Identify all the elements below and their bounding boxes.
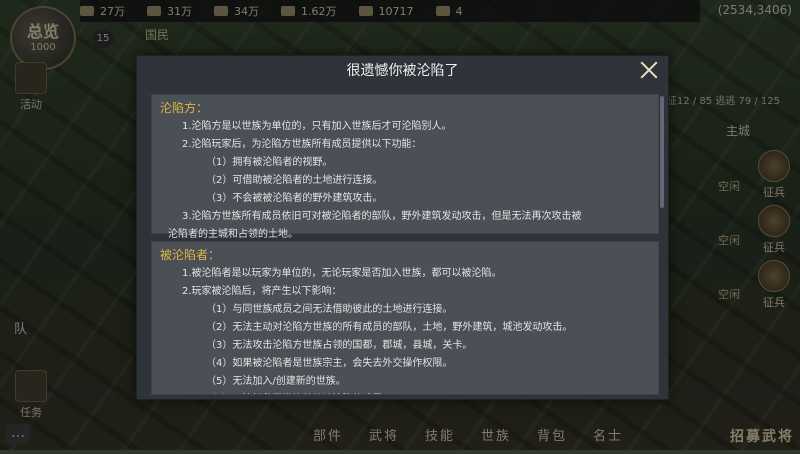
rule-line: 1.沦陷方是以世族为单位的，只有加入世族后才可沦陷别人。 xyxy=(182,121,452,132)
occupied-rules: 1.被沦陷者是以玩家为单位的，无论玩家是否加入世族，都可以被沦陷。 2.玩家被沦陷… xyxy=(152,265,658,394)
rule-line: （4）如果被沦陷者是世族宗主，会失去外交操作权限。 xyxy=(206,358,453,369)
rule-line: （3）无法攻击沦陷方世族占领的国都，郡城，县城，关卡。 xyxy=(206,340,473,351)
rule-line: （3）不会被被沦陷者的野外建筑攻击。 xyxy=(206,193,383,204)
rule-line: （2）无法主动对沦陷方世族的所有成员的部队，土地，野外建筑，城池发动攻击。 xyxy=(206,322,573,333)
occupier-section: 沦陷方： 1.沦陷方是以世族为单位的，只有加入世族后才可沦陷别人。 2.沦陷玩家后… xyxy=(151,94,659,240)
dialog-title: 很遗憾你被沦陷了 xyxy=(346,63,459,79)
section-heading: 被沦陷者： xyxy=(160,248,221,262)
rule-line: （1）与同世族成员之间无法借助彼此的土地进行连接。 xyxy=(206,304,453,315)
dialog-scrollbar[interactable] xyxy=(660,96,664,208)
close-icon[interactable] xyxy=(638,59,660,81)
rule-line: （1）拥有被沦陷者的视野。 xyxy=(206,157,333,168)
occupied-dialog: 很遗憾你被沦陷了 沦陷方： 1.沦陷方是以世族为单位的，只有加入世族后才可沦陷别… xyxy=(136,55,669,400)
rule-line: 1.被沦陷者是以玩家为单位的，无论玩家是否加入世族，都可以被沦陷。 xyxy=(182,268,502,279)
rule-line: 3.沦陷方世族所有成员依旧可对被沦陷者的部队，野外建筑发动攻击，但是无法再次攻击… xyxy=(182,211,582,222)
occupied-section: 被沦陷者： 1.被沦陷者是以玩家为单位的，无论玩家是否加入世族，都可以被沦陷。 2… xyxy=(151,241,659,395)
occupier-rules: 1.沦陷方是以世族为单位的，只有加入世族后才可沦陷别人。 2.沦陷玩家后，为沦陷方… xyxy=(152,118,658,244)
rule-line: （6）无法解救同世族其他被沦陷的成员 xyxy=(152,391,658,394)
section-heading: 沦陷方： xyxy=(160,101,209,115)
rule-line: 2.玩家被沦陷后，将产生以下影响： xyxy=(182,286,342,297)
rule-line: （2）可借助被沦陷者的土地进行连接。 xyxy=(206,175,383,186)
rule-line: （5）无法加入/创建新的世族。 xyxy=(206,376,346,387)
rule-line: 2.沦陷玩家后，为沦陷方世族所有成员提供以下功能： xyxy=(182,139,422,150)
